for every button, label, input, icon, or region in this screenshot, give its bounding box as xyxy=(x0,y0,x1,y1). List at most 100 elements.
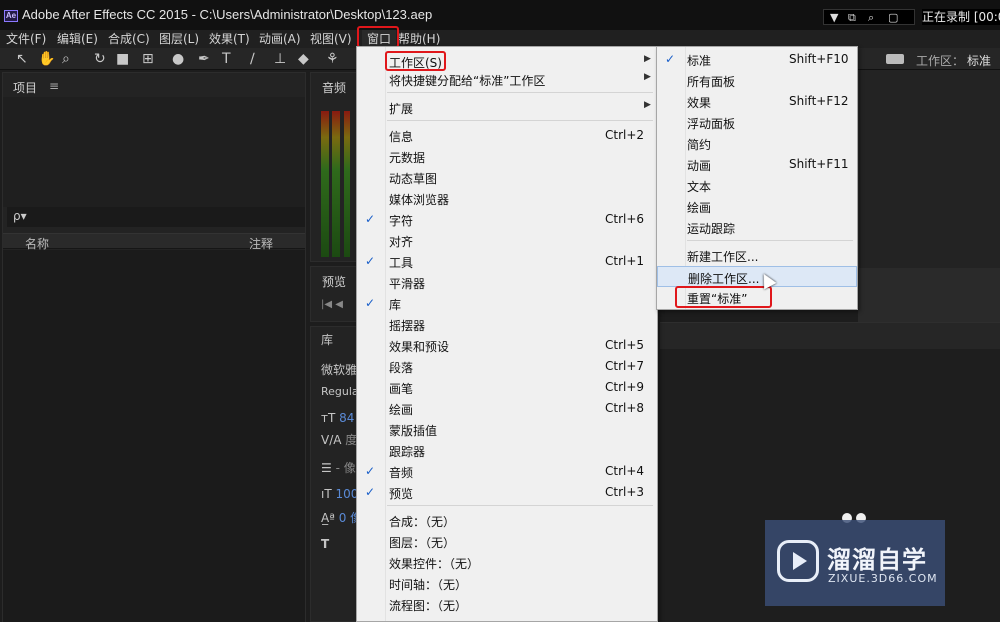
window-menu-item[interactable]: 信息 Ctrl+2 xyxy=(357,125,657,146)
window-menu-item[interactable]: 段落 Ctrl+7 xyxy=(357,356,657,377)
skip-back-icon[interactable]: |◀ ◀ xyxy=(321,299,343,310)
window-menu-item-label: 摇摆器 xyxy=(389,319,426,333)
project-search-input[interactable]: ρ▾ xyxy=(7,207,305,227)
window-menu-item[interactable]: 绘画 Ctrl+8 xyxy=(357,398,657,419)
checkmark-icon: ✓ xyxy=(365,485,376,499)
window-menu-item[interactable]: ✓ 预览 Ctrl+3 xyxy=(357,482,657,503)
workspace-menu-item[interactable]: 文本 xyxy=(657,175,857,196)
menu-separator xyxy=(387,120,653,121)
window-menu-item-label: 跟踪器 xyxy=(389,445,426,459)
title-bar: Ae Adobe After Effects CC 2015 - C:\User… xyxy=(0,0,1000,30)
menu-effect[interactable]: 效果(T) xyxy=(209,30,250,48)
restore-icon[interactable]: ⧉ xyxy=(848,11,856,25)
window-menu-item[interactable]: 效果和预设 Ctrl+5 xyxy=(357,335,657,356)
workspace-menu-item[interactable]: 所有面板 xyxy=(657,70,857,91)
workspace-value[interactable]: 标准 xyxy=(967,52,991,69)
preview-panel-title[interactable]: 预览 xyxy=(322,273,346,290)
window-menu-item-shortcut: Ctrl+9 xyxy=(605,380,645,394)
window-menu-item[interactable]: ✓ 库 xyxy=(357,293,657,314)
pan-behind-tool-icon[interactable]: ⊞ xyxy=(142,51,154,67)
selection-tool-icon[interactable]: ↖ xyxy=(16,51,28,67)
window-menu-item[interactable]: 媒体浏览器 xyxy=(357,188,657,209)
window-menu-item-label: 媒体浏览器 xyxy=(389,193,450,207)
menu-file[interactable]: 文件(F) xyxy=(6,30,46,48)
stroke-icon: ☰ xyxy=(321,461,336,475)
workspace-menu-item[interactable]: 效果 Shift+F12 xyxy=(657,91,857,112)
panel-menu-icon[interactable]: ≡ xyxy=(49,79,59,93)
faux-bold-icon[interactable]: T xyxy=(321,537,329,551)
window-menu-item-label: 对齐 xyxy=(389,235,414,249)
window-menu-item-shortcut: Ctrl+6 xyxy=(605,212,645,226)
workspace-menu-item[interactable]: 浮动面板 xyxy=(657,112,857,133)
window-menu-item[interactable]: ✓ 字符 Ctrl+6 xyxy=(357,209,657,230)
window-menu-item[interactable]: 时间轴：（无） xyxy=(357,573,657,594)
font-family-field[interactable]: 微软雅 xyxy=(321,361,357,378)
workspace-menu-item-label: 删除工作区... xyxy=(688,272,760,286)
font-style-field[interactable]: Regula xyxy=(321,385,359,398)
workspace-menu-item[interactable]: 运动跟踪 xyxy=(657,217,857,238)
menu-separator xyxy=(387,92,653,93)
menu-separator xyxy=(687,240,853,241)
window-menu-item[interactable]: 画笔 Ctrl+9 xyxy=(357,377,657,398)
menu-edit[interactable]: 编辑(E) xyxy=(57,30,98,48)
tracking-row: V/A 度 xyxy=(321,431,357,448)
stroke-row: ☰ - 像 xyxy=(321,459,356,476)
vertical-scale-icon: ıT xyxy=(321,487,336,501)
type-tool-icon[interactable]: T xyxy=(222,51,231,67)
workspace-menu-item[interactable]: 重置“标准” xyxy=(657,287,857,308)
scale-value[interactable]: 100 xyxy=(335,487,358,501)
clone-stamp-tool-icon[interactable]: ⊥ xyxy=(274,51,286,67)
window-menu-item[interactable]: 对齐 xyxy=(357,230,657,251)
puppet-tool-icon[interactable]: ⚘ xyxy=(326,51,339,67)
resize-icon[interactable]: ▢ xyxy=(888,11,898,24)
menu-composition[interactable]: 合成(C) xyxy=(108,30,150,48)
window-menu-item-label: 预览 xyxy=(389,487,414,501)
window-menu-item[interactable]: ✓ 音频 Ctrl+4 xyxy=(357,461,657,482)
camera-tool-icon[interactable]: ■ xyxy=(116,51,129,67)
stroke-value[interactable]: - 像 xyxy=(336,461,356,475)
workspace-menu-item[interactable]: ✓ 标准 Shift+F10 xyxy=(657,49,857,70)
window-menu-item[interactable]: 扩展 ▶ xyxy=(357,97,657,118)
audio-panel-title[interactable]: 音频 xyxy=(322,79,346,96)
font-size-value[interactable]: 84 xyxy=(339,411,354,425)
workspace-menu-item-label: 动画 xyxy=(687,159,712,173)
window-menu-item[interactable]: ✓ 工具 Ctrl+1 xyxy=(357,251,657,272)
window-menu-item-label: 扩展 xyxy=(389,102,414,116)
dropdown-arrow-icon[interactable]: ▼ xyxy=(830,11,838,24)
menu-animation[interactable]: 动画(A) xyxy=(259,30,301,48)
window-menu-item[interactable]: 将快捷键分配给“标准”工作区 ▶ xyxy=(357,69,657,90)
eraser-tool-icon[interactable]: ◆ xyxy=(298,51,309,67)
window-menu-item-shortcut: Ctrl+3 xyxy=(605,485,645,499)
window-menu-item[interactable]: 平滑器 xyxy=(357,272,657,293)
window-menu-item[interactable]: 跟踪器 xyxy=(357,440,657,461)
window-menu-item[interactable]: 摇摆器 xyxy=(357,314,657,335)
menu-view[interactable]: 视图(V) xyxy=(310,30,352,48)
brush-tool-icon[interactable]: ∕ xyxy=(250,51,255,67)
menu-layer[interactable]: 图层(L) xyxy=(159,30,199,48)
window-menu-item[interactable]: 合成：（无） xyxy=(357,510,657,531)
font-size-row: ᴛT 84 xyxy=(321,411,354,425)
shape-tool-icon[interactable]: ● xyxy=(172,51,184,67)
library-panel-title[interactable]: 库 xyxy=(321,331,333,348)
window-menu-item[interactable]: 蒙版插值 xyxy=(357,419,657,440)
workspace-menu-item[interactable]: 绘画 xyxy=(657,196,857,217)
window-menu-item[interactable]: 图层：（无） xyxy=(357,531,657,552)
workspace-menu-item[interactable]: 新建工作区... xyxy=(657,245,857,266)
workspace-menu-item[interactable]: 简约 xyxy=(657,133,857,154)
window-menu-item-label: 信息 xyxy=(389,130,414,144)
pen-tool-icon[interactable]: ✒ xyxy=(198,51,210,67)
window-menu-item[interactable]: 元数据 xyxy=(357,146,657,167)
workspace-menu-item[interactable]: 动画 Shift+F11 xyxy=(657,154,857,175)
window-menu-item[interactable]: 动态草图 xyxy=(357,167,657,188)
viewer-controls-strip xyxy=(858,268,1000,322)
window-menu-item[interactable]: 流程图：（无） xyxy=(357,594,657,615)
hand-tool-icon[interactable]: ✋ xyxy=(38,51,55,67)
window-menu-item[interactable]: 效果控件：（无） xyxy=(357,552,657,573)
audio-meter-scale xyxy=(344,111,350,257)
workspace-menu-item-label: 文本 xyxy=(687,180,712,194)
project-item-list[interactable] xyxy=(3,250,305,622)
rotate-tool-icon[interactable]: ↻ xyxy=(94,51,106,67)
project-panel-title[interactable]: 项目 xyxy=(13,79,37,96)
search-icon[interactable]: ⌕ xyxy=(868,11,874,25)
zoom-tool-icon[interactable]: ⌕ xyxy=(62,51,70,67)
